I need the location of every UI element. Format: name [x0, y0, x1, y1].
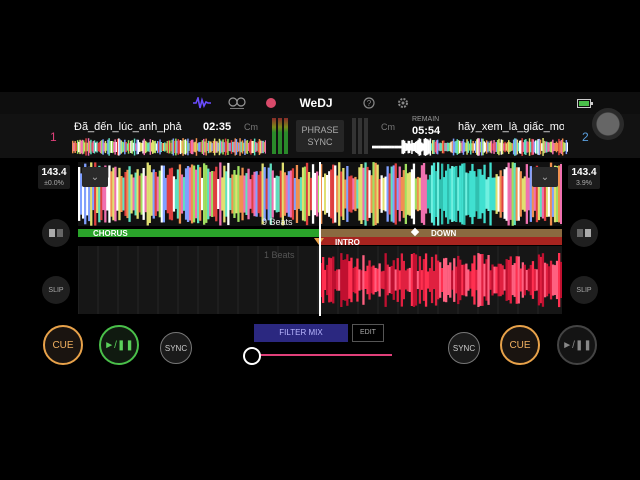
- deck2-sync-button[interactable]: SYNC: [448, 332, 480, 364]
- deck2-level-meter-left: [352, 118, 356, 154]
- deck2-zoom-toggle[interactable]: ⌄: [532, 167, 558, 187]
- deck2-play-pause-button[interactable]: ►/❚❚: [557, 325, 597, 365]
- deck1-overview-waveform[interactable]: [72, 138, 266, 156]
- app-brand: WeDJ: [299, 96, 333, 110]
- record-icon[interactable]: [264, 95, 278, 111]
- deck2-pitch: 3.9%: [576, 180, 592, 187]
- crossfader-knob[interactable]: [243, 347, 261, 365]
- edit-button[interactable]: EDIT: [352, 324, 384, 342]
- crossfader-track[interactable]: [252, 354, 392, 356]
- deck1-time: 02:35: [203, 121, 232, 133]
- deck1-level-meter-left: [272, 118, 276, 154]
- beat-count-top: 9 Beats: [262, 217, 293, 227]
- phrase-sync-line1: PHRASE: [301, 125, 339, 135]
- panel-toggle-icon: [577, 229, 591, 237]
- deck2-track-title[interactable]: hãy_xem_là_giấc_mơ: [458, 121, 564, 133]
- phrase-chorus-label: CHORUS: [93, 229, 128, 238]
- deck1-level-meter-extra: [284, 118, 288, 154]
- deck2-level-meter-right: [358, 118, 362, 154]
- waveform-icon[interactable]: [192, 95, 212, 111]
- panel-toggle-icon: [49, 229, 63, 237]
- deck1-bpm-display[interactable]: 143.4 ±0.0%: [38, 165, 70, 189]
- mixer-icon[interactable]: [226, 95, 248, 111]
- deck2-bpm: 143.4: [571, 167, 597, 178]
- deck1-zoom-toggle[interactable]: ⌄: [82, 167, 108, 187]
- chevron-down-icon: ⌄: [540, 171, 550, 183]
- deck2-level-meter-extra: [364, 118, 368, 154]
- deck1-play-pause-button[interactable]: ►/❚❚: [99, 325, 139, 365]
- deck1-slip-button[interactable]: SLIP: [42, 276, 70, 304]
- deck1-layout-button[interactable]: [42, 219, 70, 247]
- playhead: [319, 162, 321, 316]
- deck1-track-title[interactable]: Đã_đến_lúc_anh_phả: [74, 121, 182, 133]
- deck1-cue-button[interactable]: CUE: [43, 325, 83, 365]
- deck2-remain-label: REMAIN: [412, 116, 440, 123]
- deck2-cue-button[interactable]: CUE: [500, 325, 540, 365]
- deck1-pitch: ±0.0%: [44, 180, 64, 187]
- settings-icon[interactable]: [396, 95, 410, 111]
- deck2-slip-button[interactable]: SLIP: [570, 276, 598, 304]
- phrase-sync-line2: SYNC: [307, 137, 333, 147]
- jog-wheel-button[interactable]: [592, 108, 624, 140]
- deck2-time: 05:54: [412, 125, 441, 137]
- svg-text:?: ?: [367, 99, 372, 108]
- deck1-number: 1: [50, 130, 57, 144]
- help-icon[interactable]: ?: [362, 95, 376, 111]
- deck1-bpm: 143.4: [41, 167, 67, 178]
- deck2-number: 2: [582, 130, 589, 144]
- phrase-down-label: DOWN: [431, 229, 457, 238]
- deck2-key: Cm: [381, 122, 395, 132]
- deck2-layout-button[interactable]: [570, 219, 598, 247]
- filter-mix-button[interactable]: FILTER MIX: [254, 324, 348, 342]
- deck1-level-meter-right: [278, 118, 282, 154]
- beat-count-bottom: 1 Beats: [264, 250, 295, 260]
- top-bar: WeDJ ?: [0, 92, 640, 114]
- battery-icon: [576, 95, 594, 111]
- chevron-down-icon: ⌄: [90, 171, 100, 183]
- phrase-sync-button[interactable]: PHRASE SYNC: [296, 120, 344, 152]
- deck2-overview-waveform[interactable]: [372, 138, 568, 156]
- deck1-key: Cm: [244, 122, 258, 132]
- deck2-bpm-display[interactable]: 143.4 3.9%: [568, 165, 600, 189]
- deck1-sync-button[interactable]: SYNC: [160, 332, 192, 364]
